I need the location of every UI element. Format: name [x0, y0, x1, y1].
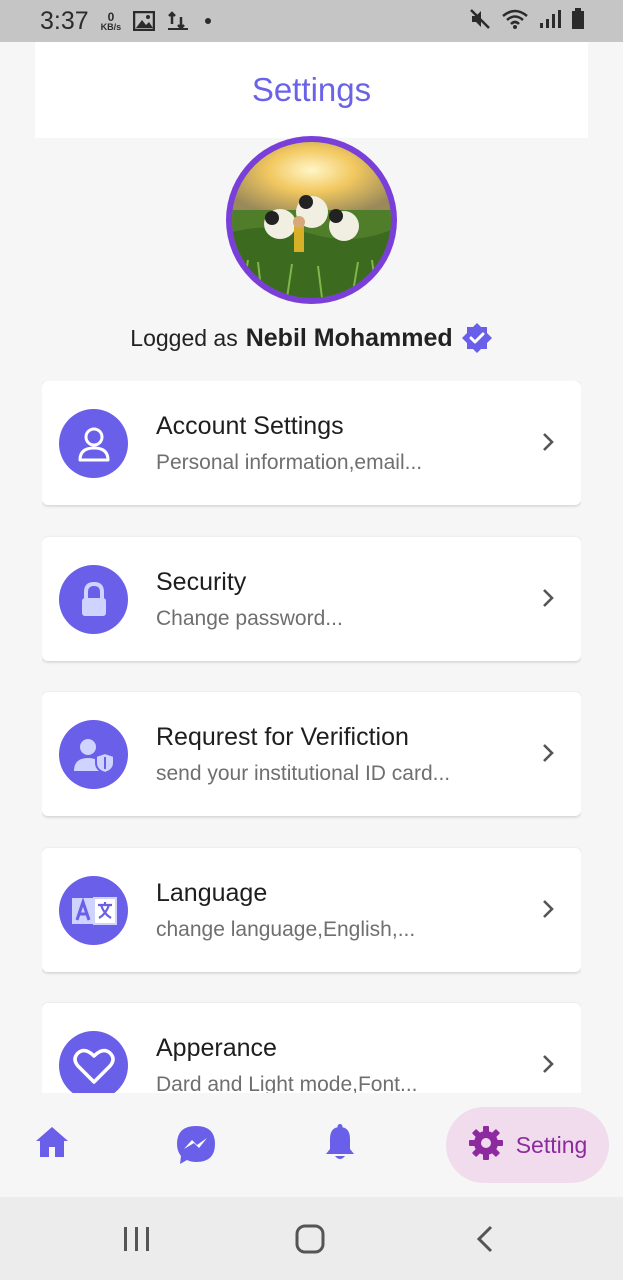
settings-item-appearance[interactable]: Apperance Dard and Light mode,Font...	[42, 1003, 581, 1093]
settings-item-security[interactable]: Security Change password...	[42, 537, 581, 661]
chevron-right-icon	[541, 1053, 555, 1075]
heart-icon	[59, 1031, 128, 1093]
chevron-right-icon	[541, 898, 555, 920]
bell-icon	[324, 1124, 356, 1167]
home-button-icon[interactable]	[295, 1224, 325, 1259]
settings-list: Account Settings Personal information,em…	[42, 381, 581, 1093]
settings-item-subtitle: change language,English,...	[156, 918, 416, 941]
network-speed-unit: KB/s	[100, 21, 122, 32]
recent-apps-icon[interactable]	[122, 1226, 152, 1257]
user-name: Nebil Mohammed	[245, 323, 453, 352]
settings-item-subtitle: Personal information,email...	[156, 451, 423, 474]
avatar-image	[232, 142, 391, 298]
system-navigation-bar	[0, 1197, 623, 1280]
network-speed-value: 0	[107, 9, 115, 24]
page-title: Settings	[251, 71, 372, 108]
nav-notifications[interactable]	[324, 1124, 356, 1167]
transfer-icon	[167, 11, 189, 31]
settings-item-title: Language	[156, 879, 268, 907]
settings-item-title: Requrest for Verifiction	[156, 723, 409, 751]
wifi-icon	[501, 8, 529, 35]
settings-item-verification[interactable]: Requrest for Verifiction send your insti…	[42, 692, 581, 816]
user-shield-icon	[59, 720, 128, 789]
status-time: 3:37	[40, 6, 89, 35]
gallery-icon	[133, 11, 156, 31]
verified-badge-icon	[461, 322, 493, 354]
settings-item-subtitle: Change password...	[156, 607, 343, 630]
lock-icon	[59, 565, 128, 634]
nav-messages[interactable]	[175, 1124, 217, 1171]
logged-as-label: Logged as	[130, 324, 238, 351]
mute-icon	[469, 8, 491, 35]
signal-icon	[539, 9, 561, 34]
settings-item-title: Apperance	[156, 1034, 277, 1062]
user-icon	[59, 409, 128, 478]
status-bar: 3:37 0 KB/s	[0, 0, 623, 42]
dot-icon	[205, 18, 212, 24]
avatar[interactable]	[226, 136, 397, 304]
settings-item-title: Account Settings	[156, 412, 344, 440]
settings-item-account[interactable]: Account Settings Personal information,em…	[42, 381, 581, 505]
settings-item-title: Security	[156, 568, 247, 596]
settings-item-subtitle: send your institutional ID card...	[156, 762, 451, 785]
app-header: Settings	[35, 42, 588, 138]
chevron-right-icon	[541, 742, 555, 764]
nav-home[interactable]	[34, 1124, 70, 1165]
logged-in-user: Logged as Nebil Mohammed	[0, 322, 623, 354]
translate-icon	[59, 876, 128, 945]
nav-setting-active[interactable]: Setting	[446, 1107, 609, 1183]
network-speed: 0 KB/s	[101, 11, 122, 32]
chevron-right-icon	[541, 431, 555, 453]
settings-item-subtitle: Dard and Light mode,Font...	[156, 1073, 418, 1093]
gear-icon	[468, 1125, 504, 1166]
messenger-icon	[175, 1124, 217, 1171]
back-icon[interactable]	[474, 1224, 496, 1259]
nav-setting-label: Setting	[515, 1131, 588, 1158]
battery-icon	[571, 7, 585, 35]
chevron-right-icon	[541, 587, 555, 609]
settings-item-language[interactable]: Language change language,English,...	[42, 848, 581, 972]
home-icon	[34, 1124, 70, 1165]
